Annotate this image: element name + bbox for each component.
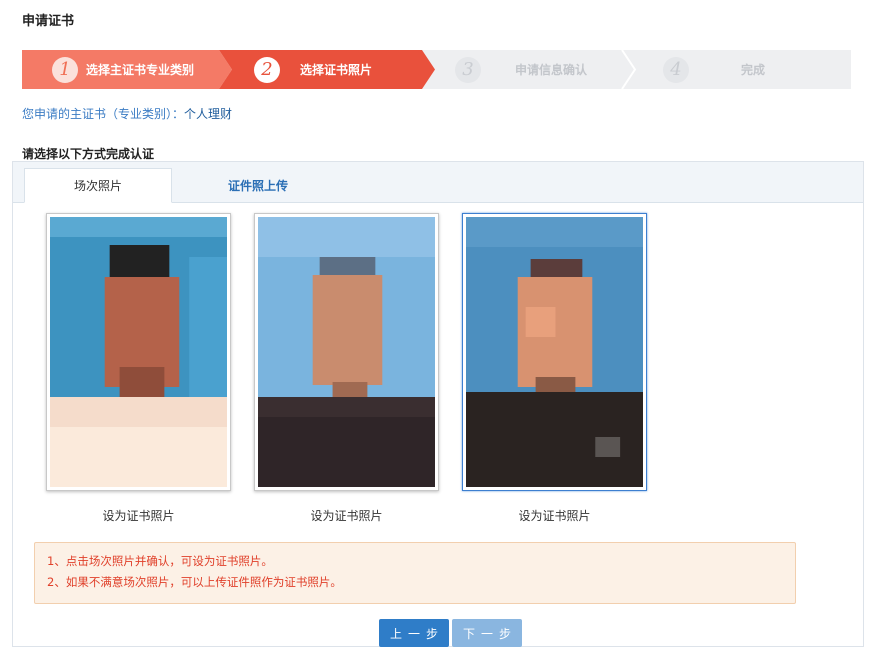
notice-line-1: 1、点击场次照片并确认，可设为证书照片。 <box>47 554 273 568</box>
page-title: 申请证书 <box>22 14 75 29</box>
tab-id-photo-upload[interactable]: 证件照上传 <box>188 168 328 203</box>
session-photo-3[interactable] <box>462 213 647 491</box>
step-3-label: 申请信息确认 <box>515 63 588 77</box>
session-photo-2[interactable] <box>254 213 439 491</box>
set-cert-photo-link-2[interactable]: 设为证书照片 <box>254 507 439 524</box>
step-2-number: 2 <box>254 56 280 83</box>
progress-stepper: 1 选择主证书专业类别 2 选择证书照片 3 申请信息确认 4 完成 <box>22 50 851 89</box>
step-4: 4 完成 <box>663 50 765 89</box>
certificate-value: 个人理财 <box>184 107 233 121</box>
certificate-prefix: 您申请的主证书（专业类别）： <box>22 107 185 121</box>
step-1: 1 选择主证书专业类别 <box>52 50 194 89</box>
portrait-image <box>258 217 435 487</box>
step-2: 2 选择证书照片 <box>254 50 372 89</box>
set-cert-photo-link-1[interactable]: 设为证书照片 <box>46 507 231 524</box>
notice-line-2: 2、如果不满意场次照片，可以上传证件照作为证书照片。 <box>47 575 342 589</box>
tab-bar: 场次照片 证件照上传 <box>13 162 863 203</box>
portrait-image <box>466 217 643 487</box>
notice-box: 1、点击场次照片并确认，可设为证书照片。 2、如果不满意场次照片，可以上传证件照… <box>34 542 796 604</box>
step-3-number: 3 <box>455 56 481 83</box>
step-1-number: 1 <box>52 56 78 83</box>
step-4-label: 完成 <box>741 63 766 77</box>
choose-method-label: 请选择以下方式完成认证 <box>22 147 155 161</box>
set-cert-photo-link-3[interactable]: 设为证书照片 <box>462 507 647 524</box>
step-4-number: 4 <box>663 56 689 83</box>
session-photo-1[interactable] <box>46 213 231 491</box>
next-step-button[interactable]: 下一步 <box>452 619 522 647</box>
certificate-info: 您申请的主证书（专业类别）：个人理财 <box>22 105 232 122</box>
step-1-label: 选择主证书专业类别 <box>86 63 195 77</box>
tab-session-photos[interactable]: 场次照片 <box>24 168 172 203</box>
step-3: 3 申请信息确认 <box>455 50 587 89</box>
prev-step-button[interactable]: 上一步 <box>379 619 449 647</box>
step-2-label: 选择证书照片 <box>300 63 373 77</box>
portrait-image <box>50 217 227 487</box>
